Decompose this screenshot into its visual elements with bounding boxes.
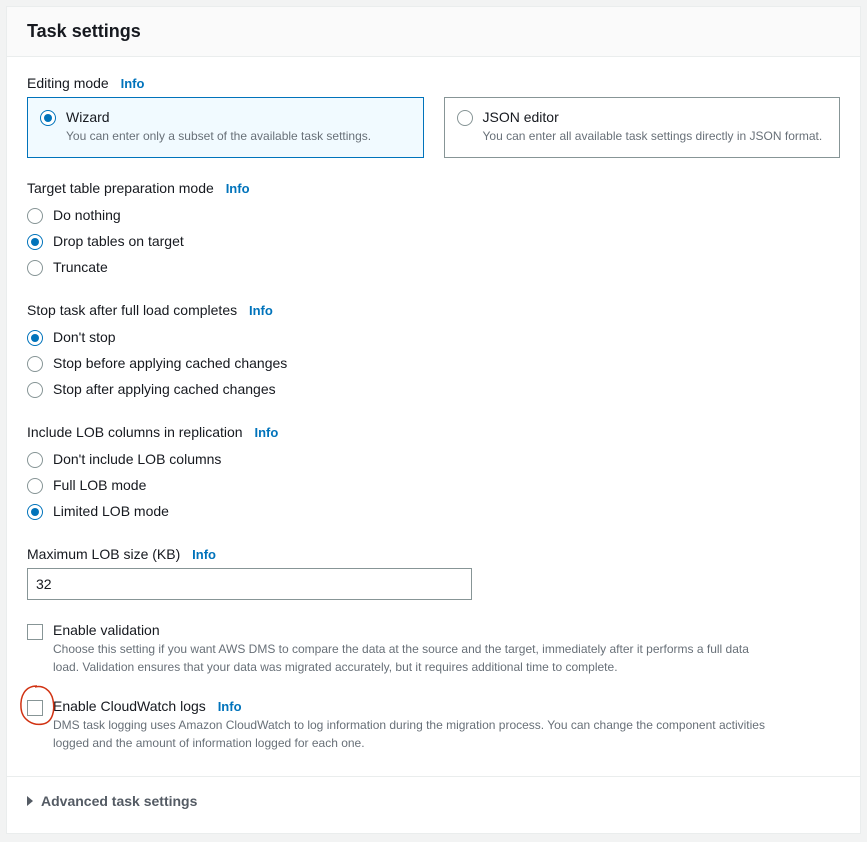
radio-icon <box>27 330 43 346</box>
radio-icon <box>457 110 473 126</box>
json-desc: You can enter all available task setting… <box>483 128 823 145</box>
enable-cloudwatch-group: Enable CloudWatch logs Info DMS task log… <box>27 698 840 752</box>
target-prep-truncate[interactable]: Truncate <box>27 254 840 280</box>
radio-icon <box>27 452 43 468</box>
enable-validation-label: Enable validation <box>53 622 773 638</box>
editing-mode-wizard-card[interactable]: Wizard You can enter only a subset of th… <box>27 97 424 158</box>
max-lob-group: Maximum LOB size (KB) Info <box>27 546 840 600</box>
target-prep-info-link[interactable]: Info <box>226 181 250 196</box>
max-lob-info-link[interactable]: Info <box>192 547 216 562</box>
lob-limited-mode[interactable]: Limited LOB mode <box>27 498 840 524</box>
lob-info-link[interactable]: Info <box>254 425 278 440</box>
stop-task-stop-before[interactable]: Stop before applying cached changes <box>27 350 840 376</box>
stop-task-group: Stop task after full load completes Info… <box>27 302 840 402</box>
radio-icon <box>27 208 43 224</box>
radio-icon <box>27 504 43 520</box>
radio-icon <box>27 356 43 372</box>
caret-right-icon <box>27 796 33 806</box>
radio-icon <box>40 110 56 126</box>
panel-title: Task settings <box>27 21 840 42</box>
radio-icon <box>27 382 43 398</box>
editing-mode-json-card[interactable]: JSON editor You can enter all available … <box>444 97 841 158</box>
max-lob-input[interactable] <box>27 568 472 600</box>
target-prep-group: Target table preparation mode Info Do no… <box>27 180 840 280</box>
task-settings-panel: Task settings Editing mode Info Wizard Y… <box>6 6 861 834</box>
stop-task-stop-after[interactable]: Stop after applying cached changes <box>27 376 840 402</box>
enable-cloudwatch-checkbox[interactable] <box>27 700 43 716</box>
lob-dont-include[interactable]: Don't include LOB columns <box>27 446 840 472</box>
json-title: JSON editor <box>483 108 823 126</box>
lob-full-mode[interactable]: Full LOB mode <box>27 472 840 498</box>
panel-header: Task settings <box>7 7 860 57</box>
stop-task-dont-stop[interactable]: Don't stop <box>27 324 840 350</box>
target-prep-drop-tables[interactable]: Drop tables on target <box>27 228 840 254</box>
enable-validation-checkbox[interactable] <box>27 624 43 640</box>
stop-task-label: Stop task after full load completes <box>27 302 237 318</box>
advanced-task-settings-toggle[interactable]: Advanced task settings <box>27 793 840 813</box>
lob-label: Include LOB columns in replication <box>27 424 243 440</box>
enable-cloudwatch-label: Enable CloudWatch logs Info <box>53 698 773 714</box>
lob-group: Include LOB columns in replication Info … <box>27 424 840 524</box>
enable-validation-group: Enable validation Choose this setting if… <box>27 622 840 676</box>
editing-mode-label: Editing mode Info <box>27 75 840 91</box>
stop-task-info-link[interactable]: Info <box>249 303 273 318</box>
target-prep-label: Target table preparation mode <box>27 180 214 196</box>
enable-cloudwatch-desc: DMS task logging uses Amazon CloudWatch … <box>53 716 773 752</box>
max-lob-label: Maximum LOB size (KB) <box>27 546 180 562</box>
radio-icon <box>27 260 43 276</box>
editing-mode-info-link[interactable]: Info <box>121 76 145 91</box>
radio-icon <box>27 234 43 250</box>
target-prep-do-nothing[interactable]: Do nothing <box>27 202 840 228</box>
wizard-title: Wizard <box>66 108 371 126</box>
enable-cloudwatch-info-link[interactable]: Info <box>218 699 242 714</box>
enable-validation-desc: Choose this setting if you want AWS DMS … <box>53 640 773 676</box>
wizard-desc: You can enter only a subset of the avail… <box>66 128 371 145</box>
divider <box>7 776 860 777</box>
radio-icon <box>27 478 43 494</box>
